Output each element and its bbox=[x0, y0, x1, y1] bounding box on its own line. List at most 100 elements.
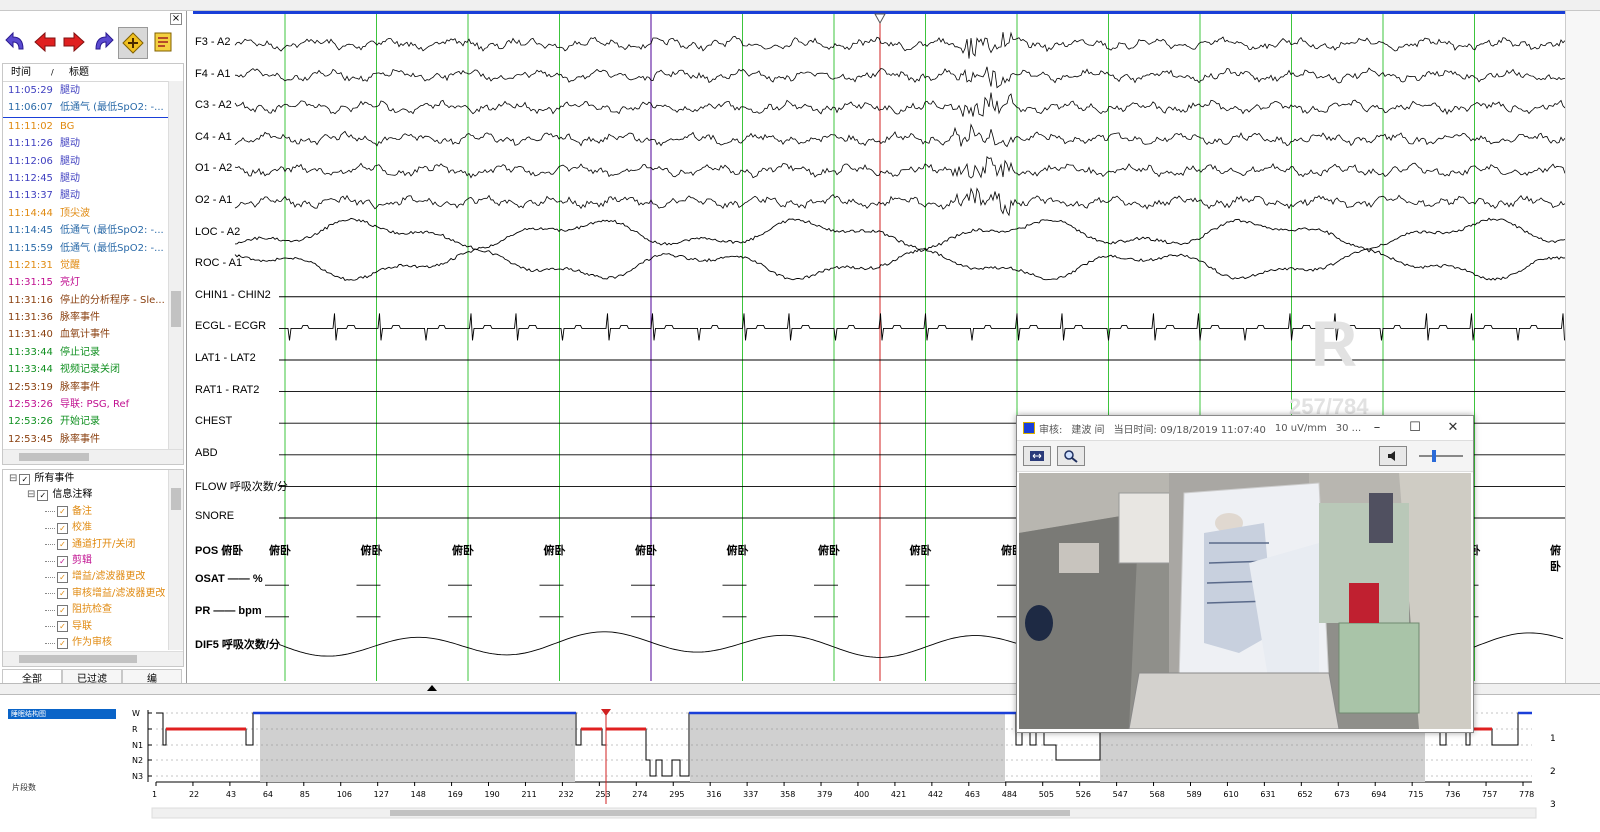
tree-item[interactable]: ⊟ ✓ 所有事件 bbox=[3, 471, 183, 487]
event-list-header: 时间 / 标题 bbox=[3, 64, 183, 82]
time-column-header[interactable]: 时间 bbox=[3, 64, 51, 81]
channel-label[interactable]: C3 - A2 bbox=[195, 99, 232, 111]
channel-label[interactable]: RAT1 - RAT2 bbox=[195, 384, 259, 396]
list-item[interactable]: 11:15:59 低通气 (最低SpO2: -... bbox=[3, 240, 183, 257]
checkbox[interactable]: ✓ bbox=[57, 539, 68, 551]
list-item[interactable]: 11:11:02 BG bbox=[3, 118, 183, 135]
x-tick-label: 589 bbox=[1186, 790, 1201, 799]
list-item[interactable]: 11:33:44 停止记录 bbox=[3, 344, 183, 361]
event-tree-vertical-scrollbar[interactable] bbox=[168, 470, 183, 650]
channel-label[interactable]: LAT1 - LAT2 bbox=[195, 352, 256, 364]
checkbox[interactable]: ✓ bbox=[57, 637, 68, 649]
tree-item[interactable]: ✓ 增益/滤波器更改 bbox=[3, 569, 183, 585]
tree-expander-icon[interactable]: ⊟ bbox=[9, 471, 17, 487]
channel-label[interactable]: OSAT —— % bbox=[195, 573, 263, 585]
event-filter-icon[interactable] bbox=[118, 27, 148, 59]
checkbox[interactable]: ✓ bbox=[57, 588, 68, 600]
tree-item[interactable]: ✓ 剪辑 bbox=[3, 553, 183, 569]
close-icon[interactable]: × bbox=[170, 13, 182, 25]
channel-label[interactable]: ABD bbox=[195, 447, 218, 459]
redo-arrow-icon[interactable] bbox=[89, 27, 117, 57]
video-frame[interactable] bbox=[1019, 473, 1471, 729]
previous-event-icon[interactable] bbox=[31, 27, 59, 57]
zoom-icon[interactable] bbox=[1057, 446, 1085, 466]
event-time: 12:53:26 bbox=[8, 416, 53, 428]
tree-item[interactable]: ✓ 作为审核 bbox=[3, 635, 183, 651]
checkbox[interactable]: ✓ bbox=[57, 604, 68, 616]
list-item[interactable]: 11:13:37 腿动 bbox=[3, 187, 183, 204]
tree-item-label: 剪辑 bbox=[72, 554, 92, 566]
fit-screen-icon[interactable] bbox=[1023, 446, 1051, 466]
channel-label[interactable]: DIF5 呼吸次数/分 bbox=[195, 636, 280, 652]
tree-item[interactable]: ⊟ ✓ 信息注释 bbox=[3, 487, 183, 503]
channel-label[interactable]: CHIN1 - CHIN2 bbox=[195, 289, 271, 301]
title-column-header[interactable]: 标题 bbox=[61, 64, 89, 81]
list-item[interactable]: 11:21:31 觉醒 bbox=[3, 257, 183, 274]
channel-label[interactable]: SNORE bbox=[195, 510, 234, 522]
tree-item[interactable]: ✓ 校准 bbox=[3, 520, 183, 536]
list-item[interactable]: 11:14:44 顶尖波 bbox=[3, 205, 183, 222]
splitter-up-arrow-icon[interactable] bbox=[427, 685, 437, 691]
maximize-icon[interactable]: ☐ bbox=[1401, 416, 1429, 440]
tree-item[interactable]: ✓ 通道打开/关闭 bbox=[3, 537, 183, 553]
list-item[interactable]: 11:12:06 腿动 bbox=[3, 153, 183, 170]
channel-label[interactable]: LOC - A2 bbox=[195, 226, 240, 238]
mute-speaker-icon[interactable] bbox=[1379, 446, 1407, 466]
video-window[interactable]: 审核: 建波 间 当日时间: 09/18/2019 11:07:40 10 uV… bbox=[1016, 415, 1474, 733]
channel-label[interactable]: F3 - A2 bbox=[195, 36, 230, 48]
close-icon[interactable]: ✕ bbox=[1439, 416, 1467, 440]
eeg-waveform bbox=[234, 187, 1565, 217]
tree-item[interactable]: ✓ 阻抗检查 bbox=[3, 602, 183, 618]
shaded-region bbox=[260, 712, 575, 782]
channel-label[interactable]: POS 俯卧 bbox=[195, 542, 243, 558]
tree-expander-icon[interactable]: ⊟ bbox=[27, 487, 35, 503]
checkbox[interactable]: ✓ bbox=[37, 490, 49, 502]
list-item[interactable]: 11:06:07 低通气 (最低SpO2: -... bbox=[3, 99, 183, 118]
list-item[interactable]: 11:12:45 腿动 bbox=[3, 170, 183, 187]
list-item[interactable]: 12:53:19 脉率事件 bbox=[3, 379, 183, 396]
volume-slider[interactable] bbox=[1419, 450, 1463, 462]
channel-label[interactable]: O2 - A1 bbox=[195, 194, 232, 206]
channel-label[interactable]: F4 - A1 bbox=[195, 68, 230, 80]
tree-item-label: 所有事件 bbox=[34, 473, 75, 484]
channel-label[interactable]: ROC - A1 bbox=[195, 257, 242, 269]
event-list-icon[interactable] bbox=[149, 27, 177, 57]
tree-connector bbox=[45, 609, 55, 611]
event-title: 腿动 bbox=[60, 172, 80, 184]
tree-item[interactable]: ✓ 审核增益/滤波器更改 bbox=[3, 586, 183, 602]
tree-item[interactable]: ✓ 导联 bbox=[3, 619, 183, 635]
event-time: 11:12:06 bbox=[8, 155, 53, 167]
list-item[interactable]: 11:05:29 腿动 bbox=[3, 82, 183, 99]
checkbox[interactable]: ✓ bbox=[57, 555, 68, 567]
channel-label[interactable]: CHEST bbox=[195, 415, 232, 427]
event-tree-horizontal-scrollbar[interactable] bbox=[3, 651, 183, 666]
minimize-icon[interactable]: – bbox=[1363, 416, 1391, 440]
next-event-icon[interactable] bbox=[60, 27, 88, 57]
channel-label[interactable]: ECGL - ECGR bbox=[195, 320, 266, 332]
channel-label[interactable]: C4 - A1 bbox=[195, 131, 232, 143]
list-item[interactable]: 11:31:36 脉率事件 bbox=[3, 309, 183, 326]
checkbox[interactable]: ✓ bbox=[57, 506, 68, 518]
event-list-horizontal-scrollbar[interactable] bbox=[3, 449, 183, 464]
undo-arrow-icon[interactable] bbox=[2, 27, 30, 57]
list-item[interactable]: 11:33:44 视频记录关闭 bbox=[3, 361, 183, 378]
checkbox[interactable]: ✓ bbox=[57, 522, 68, 534]
list-item[interactable]: 11:31:40 血氧计事件 bbox=[3, 326, 183, 343]
tree-item[interactable]: ✓ 备注 bbox=[3, 504, 183, 520]
channel-label[interactable]: O1 - A2 bbox=[195, 162, 232, 174]
checkbox[interactable]: ✓ bbox=[57, 621, 68, 633]
position-value: 俯卧 bbox=[269, 544, 291, 557]
list-item[interactable]: 11:11:26 腿动 bbox=[3, 135, 183, 152]
list-item[interactable]: 11:14:45 低通气 (最低SpO2: -... bbox=[3, 222, 183, 239]
list-item[interactable]: 12:53:26 开始记录 bbox=[3, 413, 183, 430]
channel-label[interactable]: FLOW 呼吸次数/分 bbox=[195, 478, 288, 494]
checkbox[interactable]: ✓ bbox=[57, 572, 68, 584]
list-item[interactable]: 11:31:16 停止的分析程序 - Sle... bbox=[3, 292, 183, 309]
list-item[interactable]: 12:53:45 脉率事件 bbox=[3, 431, 183, 448]
channel-label[interactable]: PR —— bpm bbox=[195, 605, 262, 617]
checkbox[interactable]: ✓ bbox=[19, 473, 31, 485]
list-item[interactable]: 12:53:26 导联: PSG, Ref bbox=[3, 396, 183, 413]
list-item[interactable]: 11:31:15 亮灯 bbox=[3, 274, 183, 291]
event-list-vertical-scrollbar[interactable] bbox=[168, 81, 183, 453]
sort-indicator-icon: / bbox=[51, 68, 54, 77]
